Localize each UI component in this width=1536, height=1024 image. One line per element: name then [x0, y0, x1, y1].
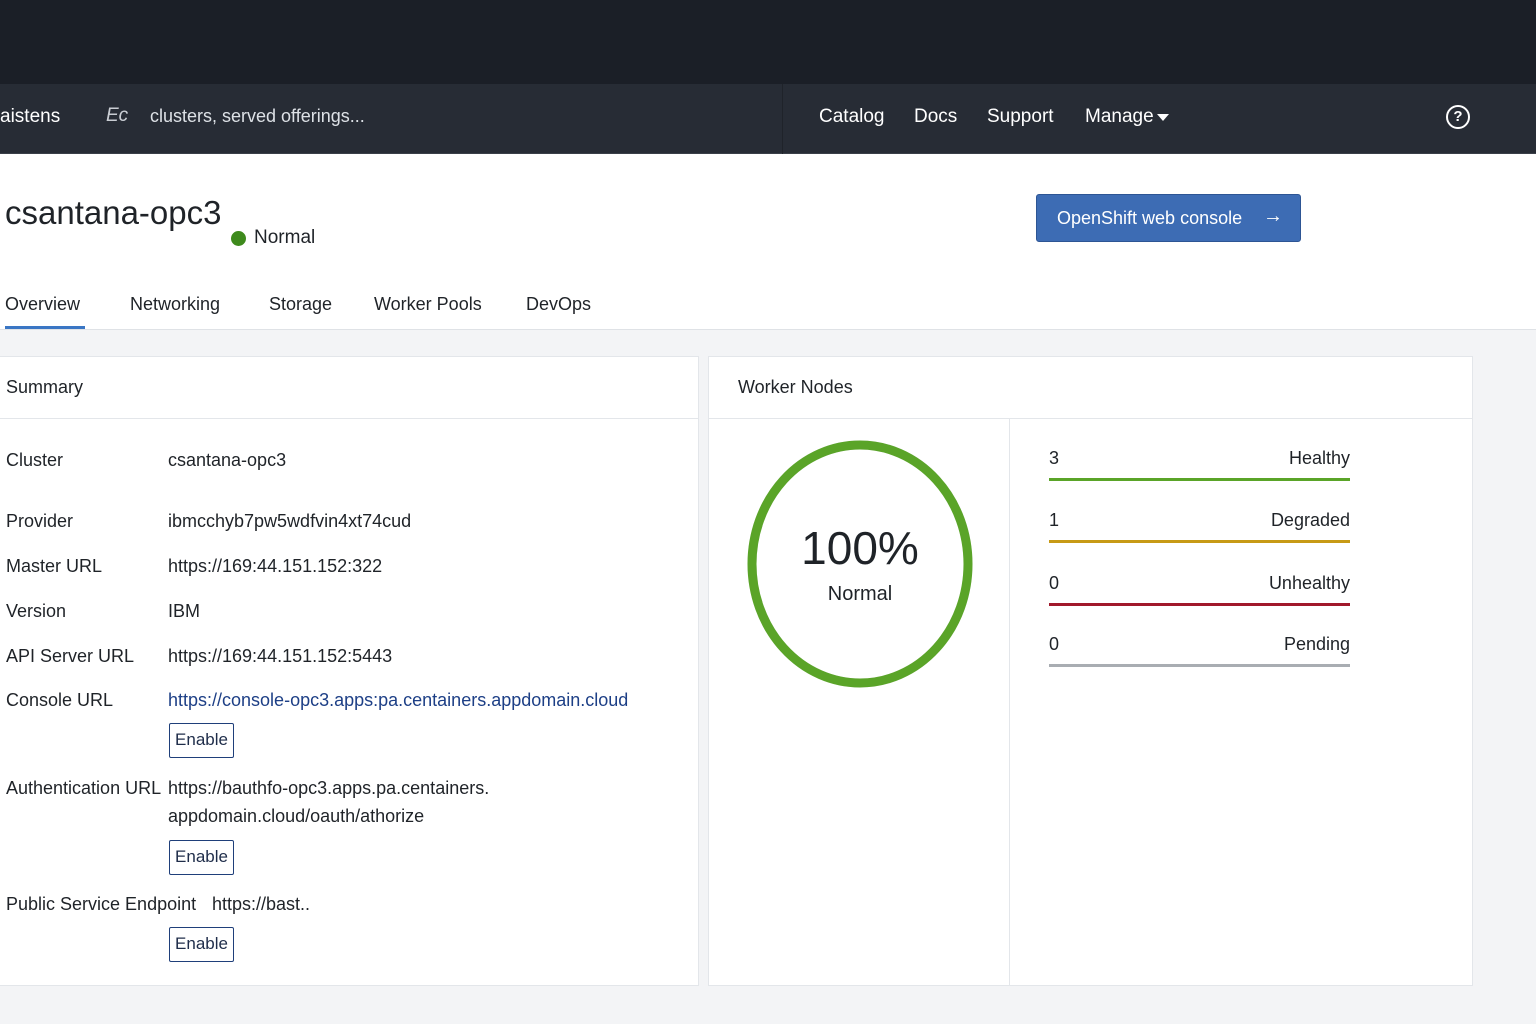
public-service-endpoint-label: Public Service Endpoint: [6, 894, 197, 914]
console-url-link[interactable]: https://console-opc3.apps:pa.centainers.…: [168, 690, 628, 711]
tab-storage[interactable]: Storage: [269, 294, 332, 315]
api-server-url-value: https://169:44.151.152:5443: [168, 646, 393, 666]
unhealthy-label: Unhealthy: [1268, 573, 1350, 593]
node-state-degraded: 1 Degraded: [1049, 510, 1350, 550]
page-header: csantana-opc3 Normal OpenShift web conso…: [0, 154, 1536, 330]
openshift-console-button-label: OpenShift web console: [1057, 208, 1243, 228]
cluster-value: csantana-opc3: [168, 450, 287, 470]
authentication-url-label: Authentication URL: [6, 778, 162, 798]
gauge-percent: 100%: [801, 522, 919, 574]
nav-link-catalog[interactable]: Catalog: [819, 106, 885, 128]
tab-networking[interactable]: Networking: [130, 294, 220, 315]
nav-link-support[interactable]: Support: [987, 106, 1054, 128]
unhealthy-bar: [1049, 603, 1350, 606]
public-service-endpoint-enable-button[interactable]: Enable: [169, 927, 234, 962]
pending-count: 0: [1049, 634, 1060, 654]
pending-bar: [1049, 664, 1350, 667]
search-icon[interactable]: Ec: [106, 105, 128, 127]
healthy-label: Healthy: [1288, 448, 1350, 468]
worker-nodes-divider: [1009, 419, 1010, 986]
status-badge: Normal: [254, 227, 316, 248]
healthy-bar: [1049, 478, 1350, 481]
authentication-url-value: https://bauthfo-opc3.apps.pa.centainers.: [168, 778, 490, 798]
degraded-count: 1: [1049, 510, 1060, 530]
node-state-healthy: 3 Healthy: [1049, 448, 1350, 488]
cluster-label: Cluster: [6, 450, 64, 470]
master-url-value: https://169:44.151.152:322: [168, 556, 383, 576]
worker-nodes-card: Worker Nodes 100% Normal 3 Healthy 1 Deg…: [708, 356, 1473, 986]
status-dot-icon: [231, 231, 246, 246]
summary-title: Summary: [6, 377, 84, 397]
chevron-down-icon[interactable]: [1157, 114, 1169, 121]
node-state-unhealthy: 0 Unhealthy: [1049, 573, 1350, 613]
nav-bar: aistens Ec clusters, served offerings...…: [0, 84, 1536, 154]
summary-card-header: Summary: [0, 357, 698, 419]
authentication-url-value-line2: appdomain.cloud/oauth/athorize: [168, 806, 425, 826]
node-state-pending: 0 Pending: [1049, 634, 1350, 674]
top-strip: [0, 0, 1536, 84]
search-input[interactable]: clusters, served offerings...: [150, 106, 365, 127]
version-value: IBM: [168, 601, 201, 621]
public-service-endpoint-value: https://bast..: [212, 894, 311, 914]
unhealthy-count: 0: [1049, 573, 1060, 593]
authentication-url-enable-button[interactable]: Enable: [169, 840, 234, 875]
master-url-label: Master URL: [6, 556, 103, 576]
console-url-label: Console URL: [6, 690, 114, 710]
help-icon[interactable]: ?: [1446, 105, 1470, 129]
page-title: csantana-opc3: [5, 194, 222, 231]
tab-worker-pools[interactable]: Worker Pools: [374, 294, 482, 315]
degraded-bar: [1049, 540, 1350, 543]
summary-card: Summary Cluster csantana-opc3 Provider i…: [0, 356, 699, 986]
console-url-enable-button[interactable]: Enable: [169, 723, 234, 758]
provider-label: Provider: [6, 511, 74, 531]
nav-divider: [782, 84, 783, 154]
healthy-count: 3: [1049, 448, 1060, 468]
version-label: Version: [6, 601, 67, 621]
openshift-console-button[interactable]: OpenShift web console →: [1036, 194, 1301, 242]
tab-devops[interactable]: DevOps: [526, 294, 591, 315]
degraded-label: Degraded: [1270, 510, 1350, 530]
gauge-status: Normal: [827, 583, 893, 605]
provider-value: ibmcchyb7pw5wdfvin4xt74cud: [168, 511, 412, 531]
nav-link-docs[interactable]: Docs: [914, 106, 957, 128]
worker-nodes-card-header: Worker Nodes: [709, 357, 1472, 419]
pending-label: Pending: [1283, 634, 1350, 654]
api-server-url-label: API Server URL: [6, 646, 135, 666]
arrow-right-icon: →: [1263, 205, 1283, 227]
tab-overview[interactable]: Overview: [5, 294, 80, 315]
active-tab-indicator: [5, 326, 85, 329]
worker-nodes-title: Worker Nodes: [738, 377, 853, 397]
nav-brand[interactable]: aistens: [0, 106, 60, 128]
nav-link-manage[interactable]: Manage: [1085, 106, 1154, 128]
